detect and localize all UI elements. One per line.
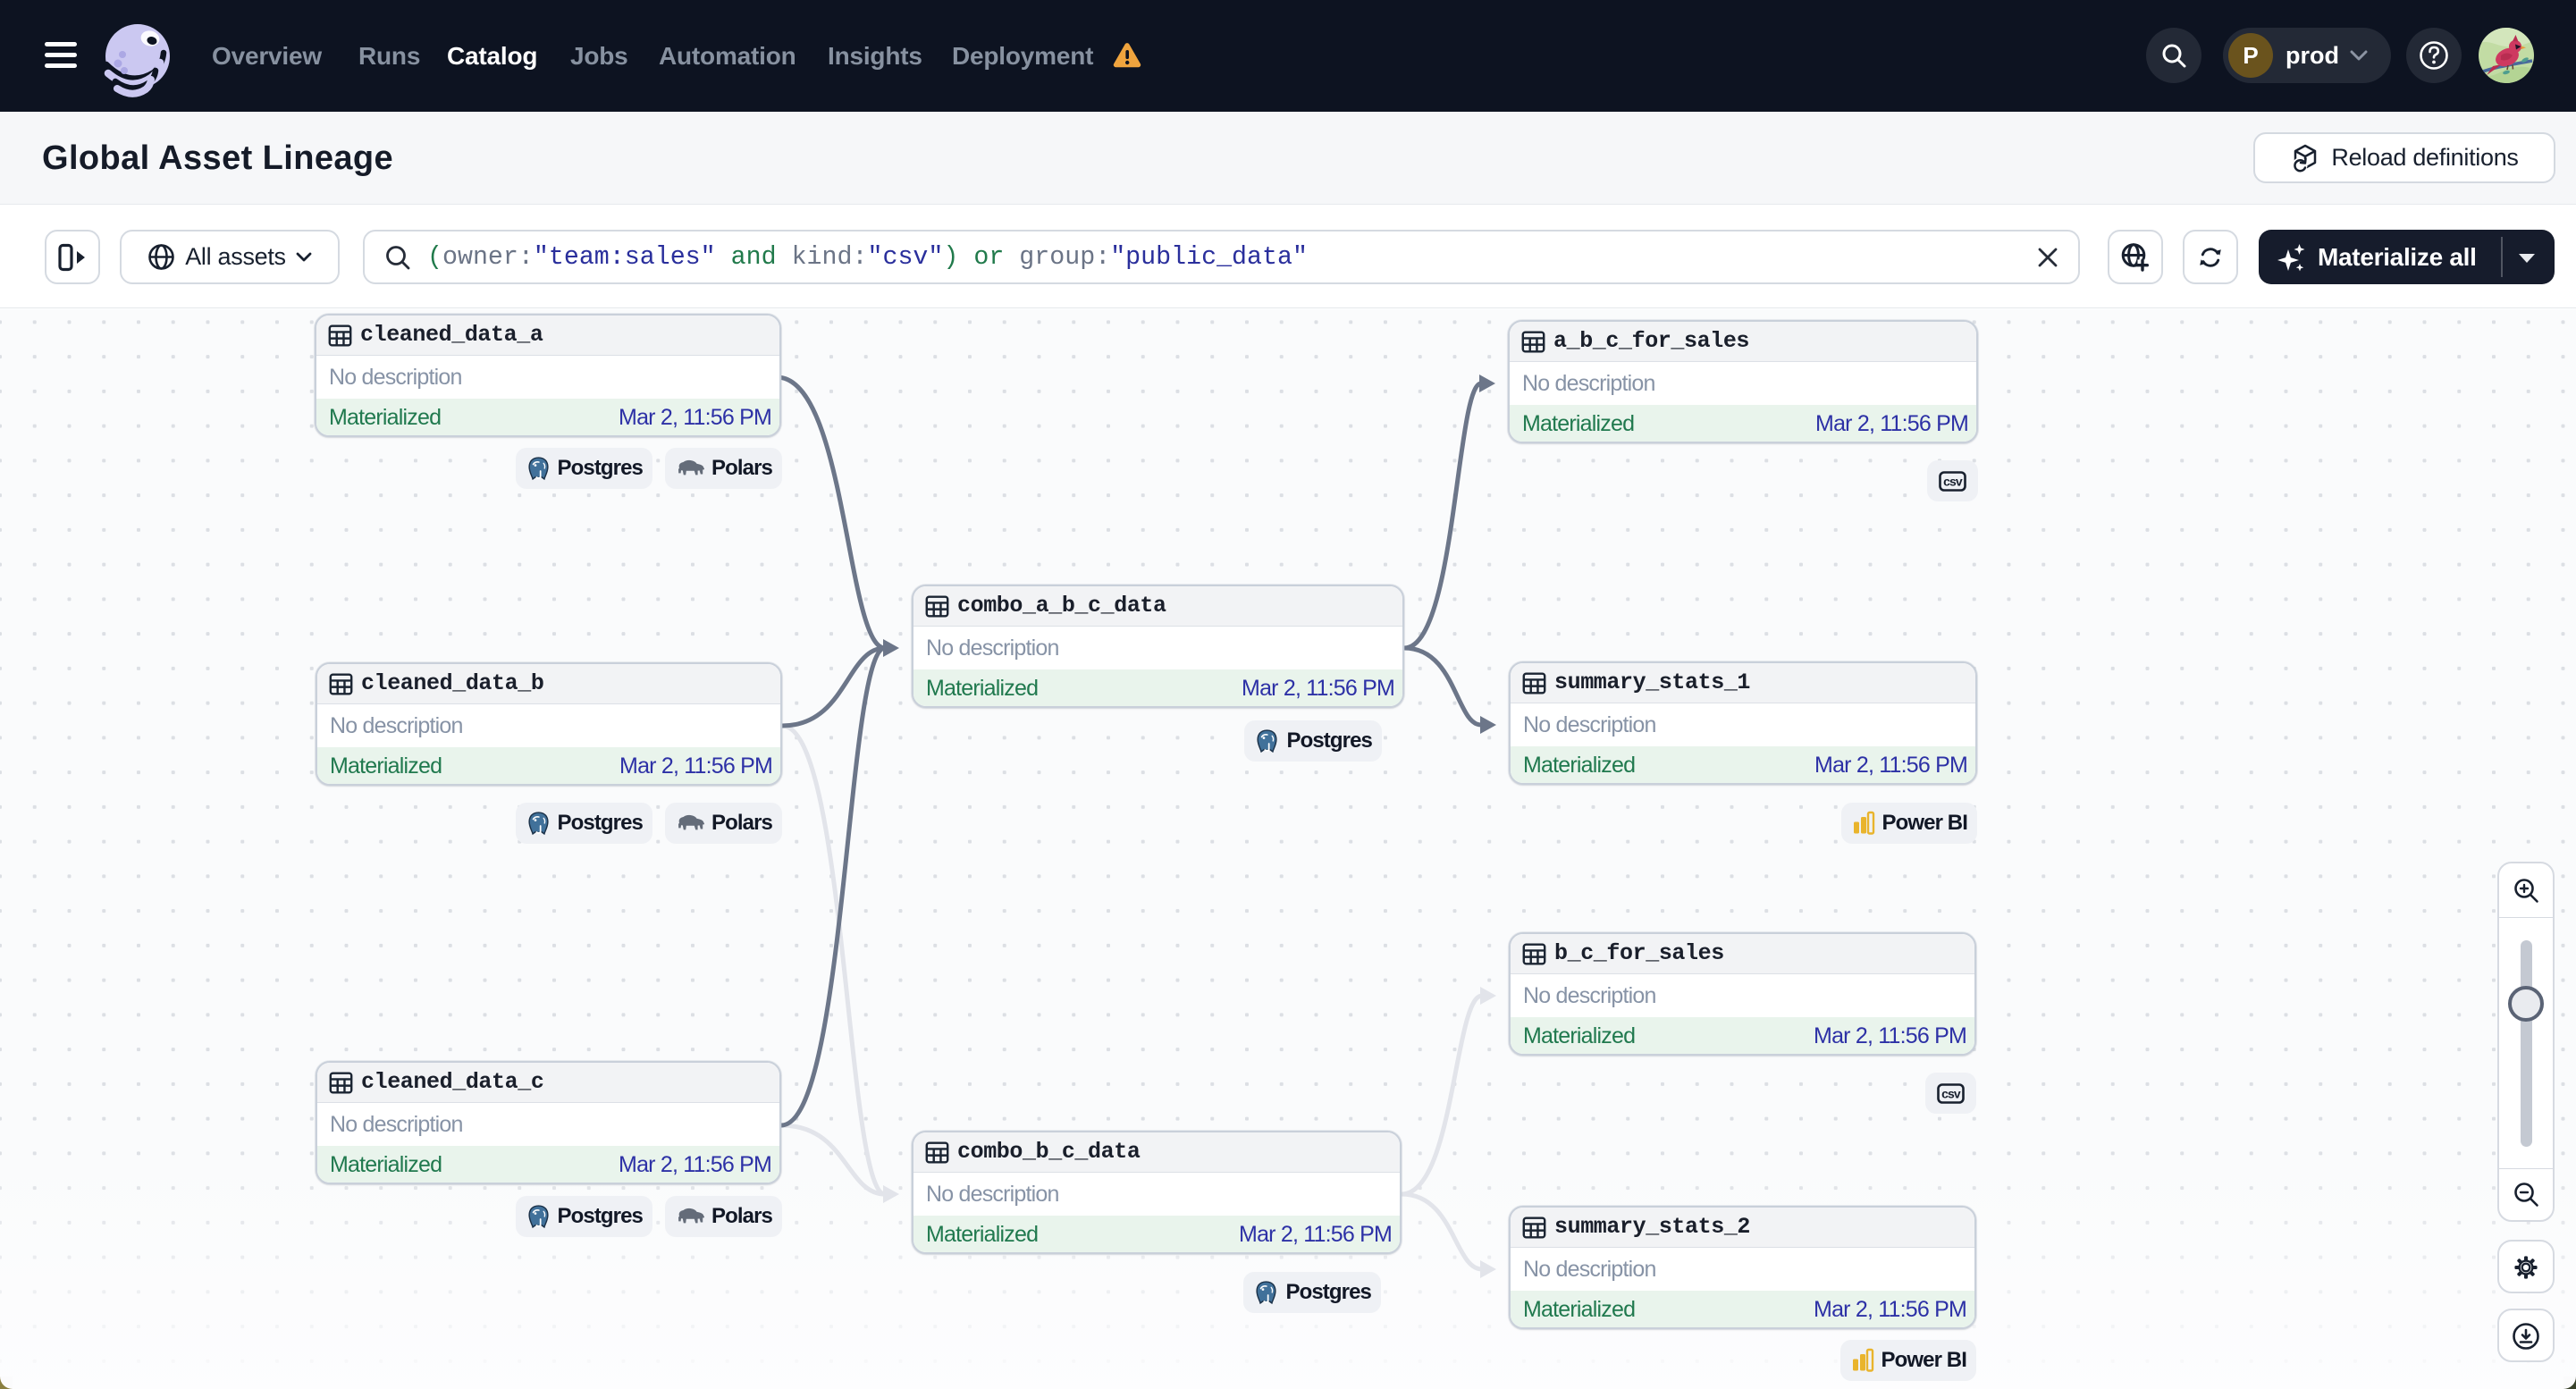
svg-text:csv: csv [1941,1086,1961,1100]
svg-text:csv: csv [1943,474,1963,488]
